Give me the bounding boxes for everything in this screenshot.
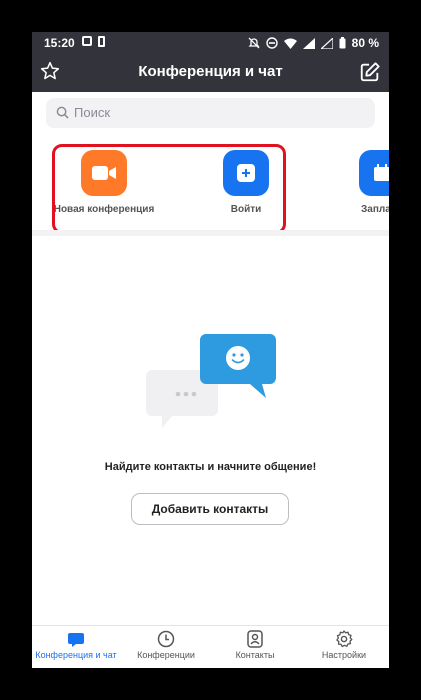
tab-meet-chat[interactable]: Конференция и чат	[32, 628, 121, 660]
app-screen: 15:20 80 % Конференция и чат Поиск Новая…	[32, 32, 389, 668]
join-label: Войти	[230, 204, 262, 215]
new-meeting-label: Новая конференция	[53, 204, 155, 215]
schedule-label: Заплани	[361, 204, 389, 215]
tab-contacts[interactable]: Контакты	[210, 628, 300, 660]
page-title: Конференция и чат	[138, 63, 283, 80]
tab-meetings[interactable]: Конференции	[121, 628, 211, 660]
quick-actions: Новая конференция Войти Заплани	[32, 136, 389, 236]
search-icon	[56, 106, 69, 119]
tab-meetings-label: Конференции	[137, 650, 195, 660]
wifi-icon	[283, 38, 297, 49]
chat-bubble-icon	[68, 633, 84, 647]
plus-icon	[237, 164, 255, 182]
notification-icon	[82, 36, 92, 46]
new-meeting-tile[interactable]	[81, 150, 127, 196]
signal-icon	[302, 37, 315, 49]
clock-icon	[157, 630, 175, 648]
schedule-button[interactable]: Заплани	[322, 150, 389, 215]
schedule-tile[interactable]	[359, 150, 389, 196]
tab-bar: Конференция и чат Конференции Контакты Н…	[32, 625, 389, 668]
tab-settings-label: Настройки	[321, 650, 367, 660]
join-tile[interactable]	[223, 150, 269, 196]
battery-percent: 80 %	[351, 36, 379, 50]
app-header: Конференция и чат	[32, 54, 389, 92]
status-bar: 15:20 80 %	[32, 32, 389, 54]
tab-contacts-label: Контакты	[235, 650, 275, 660]
join-button[interactable]: Войти	[186, 150, 306, 215]
chat-bubbles-icon	[146, 334, 276, 428]
signal-2-icon	[320, 37, 333, 49]
mute-icon	[248, 37, 260, 49]
empty-state-message: Найдите контакты и начните общение!	[104, 461, 317, 473]
gear-icon	[336, 630, 353, 648]
calendar-icon	[374, 164, 389, 181]
search-placeholder: Поиск	[74, 105, 111, 120]
search-input[interactable]: Поиск	[46, 98, 375, 128]
video-camera-icon	[92, 166, 116, 180]
contact-card-icon	[247, 630, 263, 648]
section-divider	[32, 230, 389, 236]
new-meeting-button[interactable]: Новая конференция	[44, 150, 164, 215]
tab-meet-chat-label: Конференция и чат	[35, 650, 117, 660]
phone-icon	[98, 36, 105, 47]
tab-settings[interactable]: Настройки	[299, 628, 389, 660]
add-contacts-button[interactable]: Добавить контакты	[131, 493, 289, 525]
dnd-icon	[265, 37, 278, 49]
compose-icon[interactable]	[359, 61, 381, 83]
battery-icon	[339, 37, 346, 49]
status-time: 15:20	[44, 36, 75, 50]
